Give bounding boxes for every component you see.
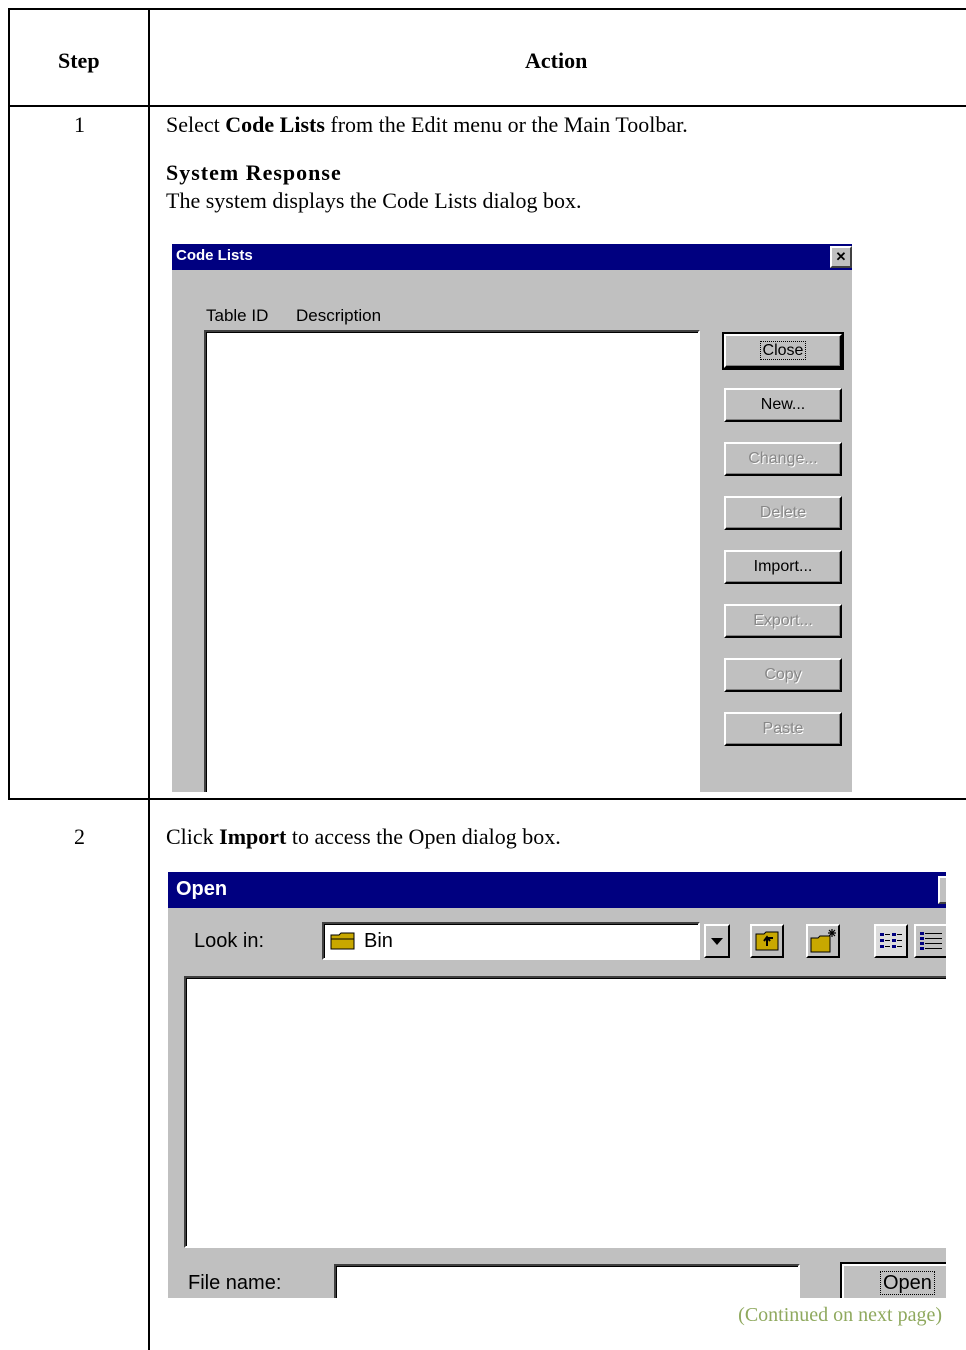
list-view-icon[interactable] — [874, 924, 908, 958]
table-column-divider — [148, 8, 150, 1350]
table-left-border — [8, 8, 10, 800]
file-list-pane[interactable] — [184, 976, 946, 1248]
open-title: Open — [176, 878, 228, 900]
step-number-2: 2 — [74, 824, 85, 849]
file-name-input[interactable] — [334, 1264, 800, 1298]
export-button[interactable]: Export... — [724, 604, 842, 638]
paste-button[interactable]: Paste — [724, 712, 842, 746]
column-header-table-id: Table ID — [206, 306, 269, 325]
table-header-divider — [8, 105, 966, 107]
code-lists-title: Code Lists — [176, 247, 253, 264]
system-response-text: The system displays the Code Lists dialo… — [166, 188, 582, 213]
delete-button[interactable]: Delete — [724, 496, 842, 530]
system-response-heading: System Response — [166, 160, 342, 185]
up-one-level-icon[interactable] — [750, 924, 784, 958]
file-name-label: File name: — [188, 1272, 282, 1294]
change-button[interactable]: Change... — [724, 442, 842, 476]
dropdown-arrow-icon[interactable] — [704, 924, 730, 958]
code-lists-titlebar: Code Lists ✕ — [172, 244, 852, 270]
code-lists-listbox[interactable] — [204, 330, 700, 792]
row2-text-before: Click — [166, 824, 220, 849]
row2-text-bold: Import — [219, 824, 287, 849]
row1-text-before: Select — [166, 112, 226, 137]
row2-instruction: Click Import to access the Open dialog b… — [166, 824, 561, 850]
row1-instruction: Select Code Lists from the Edit menu or … — [166, 112, 688, 138]
look-in-value: Bin — [364, 930, 393, 952]
close-icon[interactable]: ✕ — [830, 246, 852, 268]
step-number-1: 1 — [74, 112, 85, 137]
column-header-description: Description — [296, 306, 382, 325]
open-dialog: Open Look in: Bin File name: Open — [168, 872, 946, 1298]
folder-icon — [330, 932, 355, 950]
row2-text-after: to access the Open dialog box. — [286, 824, 561, 849]
import-button[interactable]: Import... — [724, 550, 842, 584]
open-button[interactable]: Open — [840, 1262, 946, 1298]
new-button[interactable]: New... — [724, 388, 842, 422]
close-button[interactable]: Close — [722, 332, 844, 370]
header-action: Action — [525, 48, 588, 73]
row1-text-bold: Code Lists — [225, 112, 325, 137]
table-row-divider — [8, 798, 966, 800]
table-top-border — [8, 8, 966, 10]
copy-button[interactable]: Copy — [724, 658, 842, 692]
header-step: Step — [58, 48, 100, 73]
open-titlebar: Open — [168, 872, 946, 908]
details-view-icon[interactable] — [914, 924, 946, 958]
code-lists-dialog: Code Lists ✕ Table ID Description Close … — [172, 244, 852, 792]
look-in-label: Look in: — [194, 930, 265, 952]
new-folder-icon[interactable] — [806, 924, 840, 958]
row1-text-after: from the Edit menu or the Main Toolbar. — [324, 112, 688, 137]
continued-note: (Continued on next page) — [738, 1304, 942, 1326]
look-in-combobox[interactable]: Bin — [322, 922, 700, 960]
close-icon[interactable] — [938, 876, 946, 904]
